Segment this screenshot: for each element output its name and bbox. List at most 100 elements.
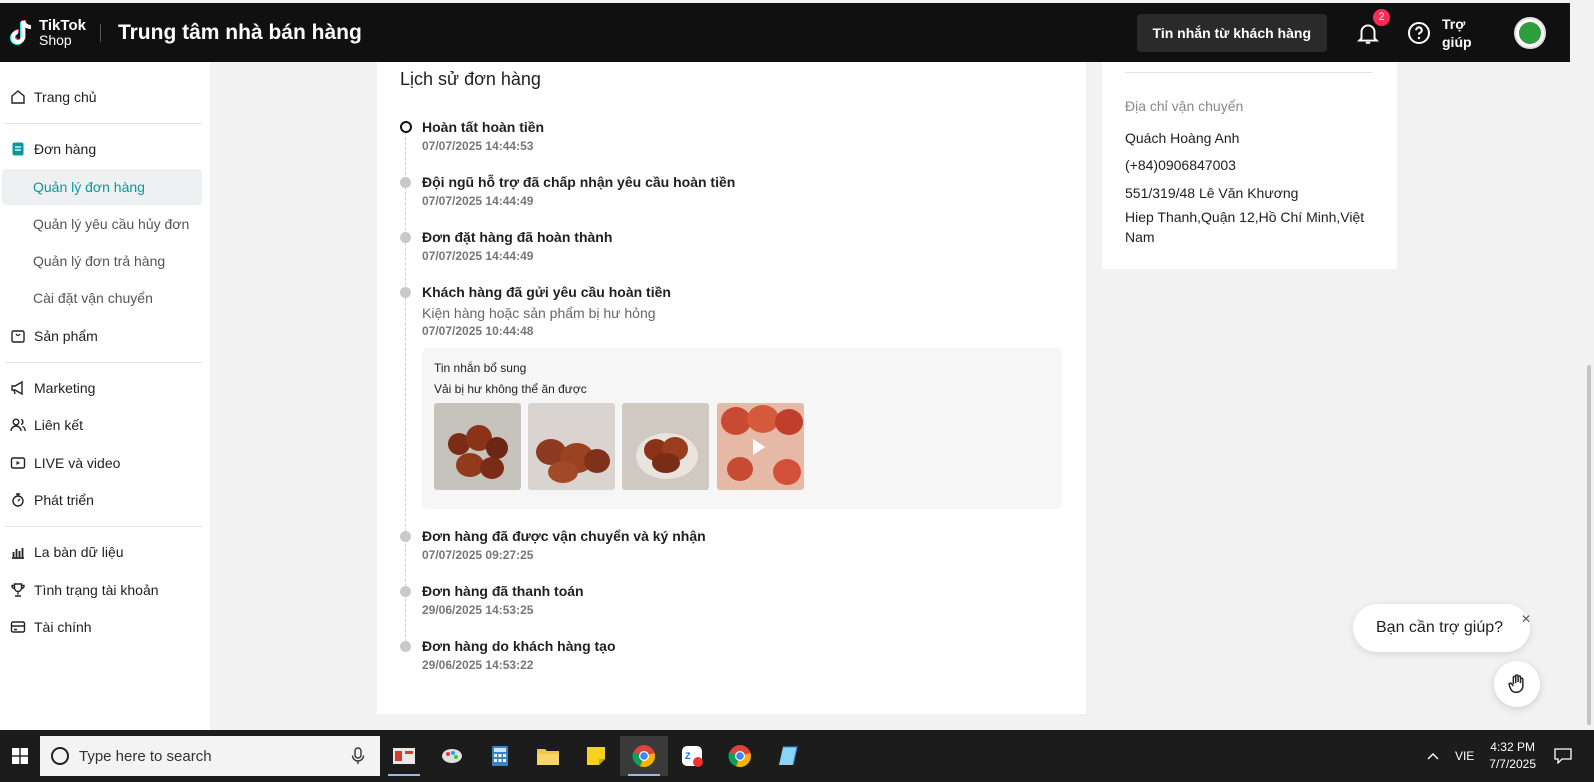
sidebar-item-returns[interactable]: Quản lý đơn trả hàng <box>0 243 204 279</box>
growth-icon <box>10 492 26 508</box>
product-icon <box>10 328 26 344</box>
taskbar-app-chrome-profile[interactable] <box>716 736 764 776</box>
taskbar-app-paint[interactable] <box>428 736 476 776</box>
chrome-icon <box>632 745 655 768</box>
sidebar-item-shipping-settings[interactable]: Cài đặt vận chuyển <box>0 280 204 316</box>
sidebar-divider <box>5 526 202 527</box>
notifications-button[interactable]: 2 <box>1355 8 1390 46</box>
timeline-event-title: Đơn hàng do khách hàng tạo <box>422 638 616 654</box>
timeline-event-time: 07/07/2025 10:44:48 <box>422 324 534 338</box>
sidebar-item-label: Marketing <box>34 380 96 396</box>
page-title: Trung tâm nhà bán hàng <box>117 20 362 44</box>
address-street: 551/319/48 Lê Văn Khương <box>1125 185 1299 201</box>
home-icon <box>10 89 26 105</box>
sidebar-item-label: Tài chính <box>34 619 92 635</box>
svg-text:Z: Z <box>685 751 691 761</box>
folder-icon <box>537 749 559 765</box>
timeline-event-time: 29/06/2025 14:53:25 <box>422 603 534 617</box>
sidebar-item-data-compass[interactable]: La bàn dữ liệu <box>0 534 204 570</box>
sidebar-item-label: Phát triển <box>34 492 94 508</box>
clock[interactable]: 4:32 PM 7/7/2025 <box>1489 739 1536 773</box>
customer-messages-button[interactable]: Tin nhắn từ khách hàng <box>1136 13 1327 52</box>
sidebar-item-home[interactable]: Trang chủ <box>0 79 204 115</box>
timeline-line <box>405 132 406 652</box>
video-icon <box>10 455 26 471</box>
tiktok-shop-logo[interactable]: TikTok Shop <box>9 16 86 48</box>
taskbar-app-notepad[interactable] <box>764 736 812 776</box>
address-region: Hiep Thanh,Quận 12,Hồ Chí Minh,Việt Nam <box>1125 209 1365 245</box>
notepad-icon <box>779 746 798 766</box>
start-button[interactable] <box>0 736 40 776</box>
timeline-event-time: 07/07/2025 14:44:49 <box>422 194 534 208</box>
sidebar: Trang chủ Đơn hàng Quản lý đơn hàng Quản… <box>0 62 210 730</box>
close-icon[interactable]: ✕ <box>1518 611 1534 627</box>
evidence-photo-1[interactable] <box>434 403 521 490</box>
order-icon <box>10 141 26 157</box>
chevron-up-icon[interactable] <box>1427 752 1439 760</box>
timeline-event-title: Đội ngũ hỗ trợ đã chấp nhận yêu cầu hoàn… <box>422 174 736 190</box>
timeline-dot-current <box>400 121 412 133</box>
sidebar-item-orders[interactable]: Đơn hàng <box>0 131 204 167</box>
windows-icon <box>12 748 28 764</box>
header-divider <box>99 23 101 42</box>
logo-line-1: TikTok <box>39 16 86 34</box>
sidebar-item-live-video[interactable]: LIVE và video <box>0 445 204 481</box>
paint-icon <box>442 749 462 763</box>
taskbar-app-zalo[interactable]: Z <box>668 736 716 776</box>
evidence-video-thumbnail[interactable] <box>717 403 804 490</box>
help-bubble[interactable]: Bạn cần trợ giúp? <box>1353 604 1530 652</box>
taskbar-app-file-explorer[interactable] <box>524 736 572 776</box>
input-language[interactable]: VIE <box>1455 749 1474 763</box>
play-icon <box>753 439 765 455</box>
sidebar-item-products[interactable]: Sản phẩm <box>0 318 204 354</box>
sticky-notes-icon <box>587 747 605 765</box>
megaphone-icon <box>10 380 26 396</box>
avatar-logo <box>1519 21 1541 44</box>
sidebar-item-growth[interactable]: Phát triển <box>0 482 204 518</box>
chart-icon <box>10 544 26 560</box>
clock-date: 7/7/2025 <box>1489 757 1536 771</box>
taskbar-app-sticky-notes[interactable] <box>572 736 620 776</box>
sidebar-item-cancel-requests[interactable]: Quản lý yêu cầu hủy đơn <box>0 206 204 242</box>
system-tray: VIE 4:32 PM 7/7/2025 <box>1427 730 1594 782</box>
sidebar-item-label: La bàn dữ liệu <box>34 544 124 560</box>
avatar[interactable] <box>1514 16 1546 49</box>
sidebar-item-label: Sản phẩm <box>34 328 98 344</box>
windows-taskbar: Type here to search Z VIE 4:32 PM 7/7/20… <box>0 730 1594 782</box>
help-button[interactable]: Trợ giúp <box>1407 15 1472 51</box>
sidebar-item-account-health[interactable]: Tình trạng tài khoản <box>0 572 204 608</box>
evidence-photo-3[interactable] <box>622 403 709 490</box>
additional-message-title: Tin nhắn bổ sung <box>434 361 527 375</box>
timeline-event-time: 07/07/2025 09:27:25 <box>422 548 534 562</box>
sidebar-item-finance[interactable]: Tài chính <box>0 609 204 645</box>
taskbar-app-1[interactable] <box>380 736 428 776</box>
timeline-dot <box>400 232 411 243</box>
timeline-event-time: 29/06/2025 14:53:22 <box>422 658 534 672</box>
tiktok-logo-icon <box>9 19 35 47</box>
sidebar-item-affiliate[interactable]: Liên kết <box>0 407 204 443</box>
sidebar-divider <box>5 123 202 124</box>
taskbar-app-chrome[interactable] <box>620 736 668 776</box>
additional-message-text: Vải bị hư không thể ăn được <box>434 382 587 396</box>
evidence-photo-2[interactable] <box>528 403 615 490</box>
taskbar-app-calculator[interactable] <box>476 736 524 776</box>
scrollbar-thumb[interactable] <box>1587 365 1591 725</box>
sidebar-item-manage-orders[interactable]: Quản lý đơn hàng <box>2 169 202 205</box>
logo-line-2: Shop <box>39 31 72 48</box>
question-icon <box>1408 21 1430 44</box>
microphone-icon[interactable] <box>350 747 366 765</box>
taskbar-search[interactable]: Type here to search <box>40 736 380 776</box>
timeline-event-title: Khách hàng đã gửi yêu cầu hoàn tiền <box>422 284 671 300</box>
clock-time: 4:32 PM <box>1490 740 1535 754</box>
chrome-icon <box>728 745 751 768</box>
help-chat-button[interactable] <box>1494 661 1540 707</box>
top-header: TikTok Shop Trung tâm nhà bán hàng Tin n… <box>0 3 1570 62</box>
timeline-dot <box>400 287 411 298</box>
trophy-icon <box>10 582 26 598</box>
sidebar-item-label: Tình trạng tài khoản <box>34 582 159 598</box>
action-center-icon[interactable] <box>1554 748 1572 764</box>
taskbar-search-placeholder: Type here to search <box>79 747 212 765</box>
recipient-phone: (+84)0906847003 <box>1125 157 1236 173</box>
sidebar-item-marketing[interactable]: Marketing <box>0 370 204 406</box>
help-label: Trợ giúp <box>1442 15 1472 50</box>
